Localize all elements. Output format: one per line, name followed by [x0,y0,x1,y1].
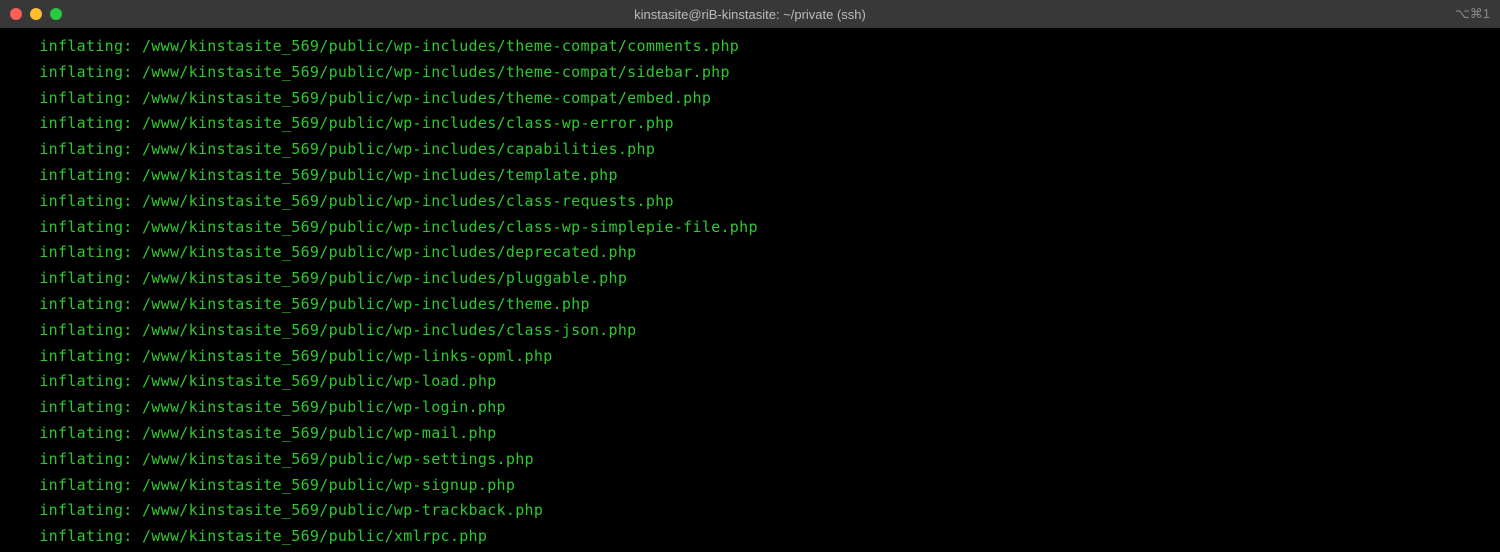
terminal-line: inflating: /www/kinstasite_569/public/wp… [30,240,1500,266]
terminal-line: inflating: /www/kinstasite_569/public/wp… [30,344,1500,370]
terminal-line: inflating: /www/kinstasite_569/public/wp… [30,421,1500,447]
terminal-line: inflating: /www/kinstasite_569/public/wp… [30,292,1500,318]
terminal-line: inflating: /www/kinstasite_569/public/wp… [30,498,1500,524]
terminal-line: inflating: /www/kinstasite_569/public/wp… [30,60,1500,86]
terminal-line: inflating: /www/kinstasite_569/public/wp… [30,473,1500,499]
close-icon[interactable] [10,8,22,20]
terminal-line: inflating: /www/kinstasite_569/public/wp… [30,318,1500,344]
terminal-line: inflating: /www/kinstasite_569/public/wp… [30,395,1500,421]
traffic-lights [10,8,62,20]
terminal-line: inflating: /www/kinstasite_569/public/wp… [30,34,1500,60]
terminal-line: inflating: /www/kinstasite_569/public/wp… [30,215,1500,241]
terminal-output[interactable]: inflating: /www/kinstasite_569/public/wp… [0,28,1500,550]
terminal-line: inflating: /www/kinstasite_569/public/wp… [30,111,1500,137]
tab-indicator: ⌥⌘1 [1455,6,1490,22]
minimize-icon[interactable] [30,8,42,20]
maximize-icon[interactable] [50,8,62,20]
terminal-line: inflating: /www/kinstasite_569/public/xm… [30,524,1500,550]
terminal-line: inflating: /www/kinstasite_569/public/wp… [30,447,1500,473]
window-titlebar: kinstasite@riB-kinstasite: ~/private (ss… [0,0,1500,28]
terminal-line: inflating: /www/kinstasite_569/public/wp… [30,189,1500,215]
terminal-line: inflating: /www/kinstasite_569/public/wp… [30,266,1500,292]
terminal-line: inflating: /www/kinstasite_569/public/wp… [30,369,1500,395]
terminal-line: inflating: /www/kinstasite_569/public/wp… [30,137,1500,163]
window-title: kinstasite@riB-kinstasite: ~/private (ss… [634,7,866,22]
terminal-line: inflating: /www/kinstasite_569/public/wp… [30,163,1500,189]
terminal-line: inflating: /www/kinstasite_569/public/wp… [30,86,1500,112]
